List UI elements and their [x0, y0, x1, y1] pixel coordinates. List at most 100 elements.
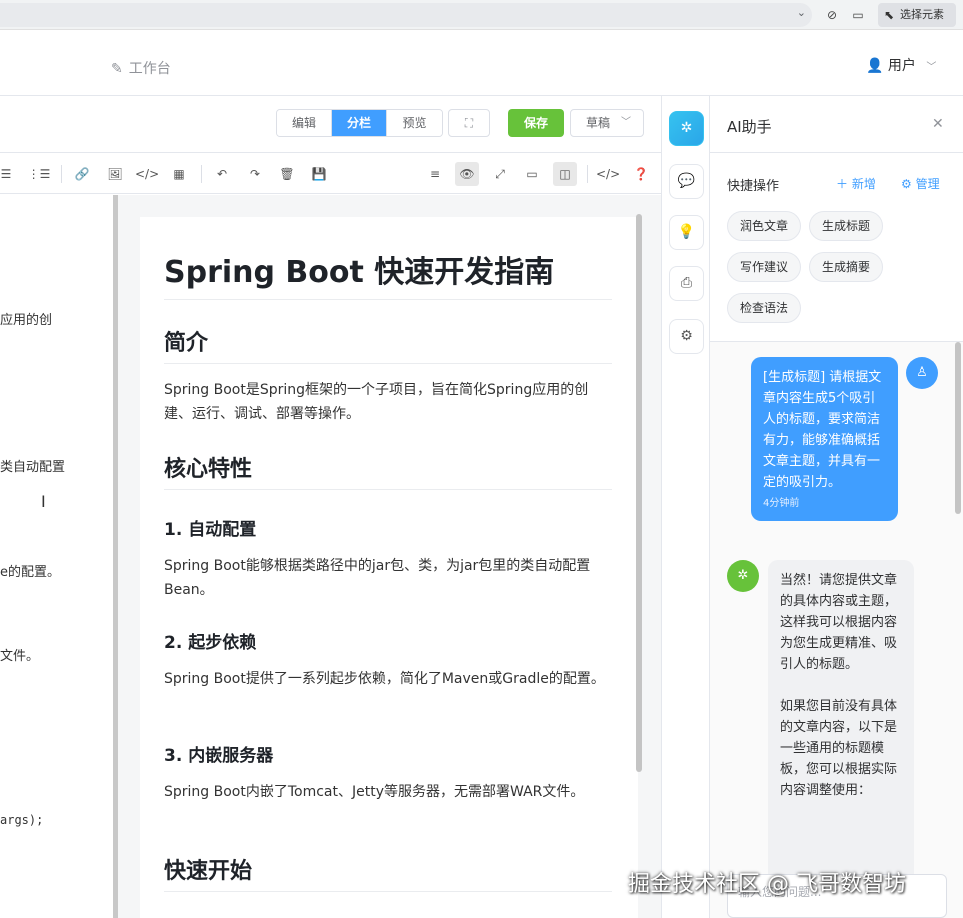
fullscreen-button[interactable]: ⛶ — [448, 109, 490, 137]
preview-toggle-icon[interactable]: 👁 — [455, 162, 479, 186]
source-line: e的配置。 — [0, 565, 60, 580]
paragraph-intro: Spring Boot是Spring框架的一个子项目，旨在简化Spring应用的… — [164, 382, 589, 422]
window-icon[interactable]: ▭ — [520, 162, 544, 186]
manage-label: 管理 — [915, 177, 940, 191]
preview-document: Spring Boot 快速开发指南 简介 Spring Boot是Spring… — [140, 217, 638, 918]
chevron-down-icon: ﹀ — [621, 117, 631, 128]
gear-icon: ⚙ — [680, 328, 693, 344]
fullscreen-icon: ⛶ — [464, 116, 474, 130]
select-element-label: 选择元素 — [900, 8, 944, 21]
source-line: args); — [0, 813, 44, 827]
ai-assistant-panel: AI助手 ✕ 快捷操作 ＋ 新增 ⚙ 管理 润色文章 生成标题 写作建议 生成摘… — [710, 96, 963, 918]
mode-split-button[interactable]: 分栏 — [332, 110, 387, 136]
source-line: 文件。 — [0, 649, 40, 664]
draft-dropdown[interactable]: 草稿 ﹀ — [570, 109, 644, 137]
toolbar-divider — [201, 165, 202, 183]
settings-tab[interactable]: ⚙ — [669, 319, 704, 354]
close-icon[interactable]: ✕ — [932, 116, 944, 132]
save-button[interactable]: 保存 — [508, 109, 564, 137]
user-avatar: ♙ — [906, 357, 938, 389]
chip-writing-advice[interactable]: 写作建议 — [727, 252, 802, 282]
menu-icon[interactable]: ≡ — [423, 162, 447, 186]
gear-icon: ⚙ — [901, 177, 912, 191]
lightbulb-icon: 💡 — [677, 224, 696, 240]
html-code-icon[interactable]: </> — [596, 162, 620, 186]
preview-scrollbar[interactable] — [636, 214, 642, 772]
plus-icon: ＋ — [836, 177, 849, 191]
source-line: 类自动配置 — [0, 460, 66, 475]
chip-grammar-check[interactable]: 检查语法 — [727, 293, 802, 323]
code-icon[interactable]: </> — [135, 162, 159, 186]
ai-message: 当然！请您提供文章的具体内容或主题，这样我可以根据内容为您生成更精准、吸引人的标… — [768, 560, 914, 918]
chip-polish[interactable]: 润色文章 — [727, 211, 802, 241]
image-icon[interactable]: 🖼 — [103, 162, 127, 186]
heading-starters: 2. 起步依赖 — [164, 633, 257, 653]
view-mode-group: 编辑 分栏 预览 — [276, 109, 443, 137]
unordered-list-icon[interactable]: ⋮☰ — [27, 162, 51, 186]
add-label: 新增 — [851, 177, 876, 191]
address-bar[interactable]: ⌄ — [0, 3, 812, 27]
toolbar-divider — [587, 165, 588, 183]
device-icon[interactable]: ▭ — [850, 7, 866, 23]
ai-assistant-tab[interactable]: ✲ — [669, 111, 704, 146]
trash-icon[interactable]: 🗑 — [275, 162, 299, 186]
templates-tab[interactable]: ⎙ — [669, 266, 704, 301]
sparkle-icon: ✲ — [680, 120, 693, 136]
printer-icon: ⎙ — [680, 275, 693, 291]
ai-panel-scrollbar[interactable] — [955, 342, 961, 514]
divider — [710, 152, 963, 153]
doc-title: Spring Boot 快速开发指南 — [164, 247, 612, 300]
link-icon[interactable]: 🔗 — [70, 162, 94, 186]
heading-autoconfig: 1. 自动配置 — [164, 520, 257, 540]
compass-icon[interactable]: ⊘ — [824, 7, 840, 23]
paragraph-starters: Spring Boot提供了一系列起步依赖，简化了Maven或Gradle的配置… — [164, 671, 605, 687]
ai-panel-title: AI助手 — [727, 118, 772, 136]
message-timestamp: 4分钟前 — [763, 498, 800, 509]
markdown-toolbar: ☰ ⋮☰ 🔗 🖼 </> ▦ ↶ ↷ 🗑 💾 ≡ 👁 ⤢ ▭ ◫ </> ❓ — [0, 152, 661, 194]
paragraph-autoconfig: Spring Boot能够根据类路径中的jar包、类，为jar包里的类自动配置B… — [164, 558, 591, 598]
text-cursor-icon: I — [41, 492, 46, 511]
mode-preview-button[interactable]: 预览 — [387, 110, 442, 136]
heading-embedded-server: 3. 内嵌服务器 — [164, 746, 274, 766]
quick-actions-title: 快捷操作 — [727, 179, 780, 194]
heading-quickstart: 快速开始 — [164, 853, 612, 892]
paragraph-embedded-server: Spring Boot内嵌了Tomcat、Jetty等服务器，无需部署WAR文件… — [164, 784, 585, 800]
undo-icon[interactable]: ↶ — [210, 162, 234, 186]
watermark: 掘金技术社区 @ 飞哥数智坊 — [628, 872, 906, 897]
add-quick-action-button[interactable]: ＋ 新增 — [836, 175, 876, 192]
user-message: [生成标题] 请根据文章内容生成5个吸引人的标题，要求简洁有力，能够准确概括文章… — [751, 357, 898, 521]
ordered-list-icon[interactable]: ☰ — [0, 162, 18, 186]
redo-icon[interactable]: ↷ — [243, 162, 267, 186]
user-icon: 👤 — [866, 58, 884, 74]
workspace-label: 工作台 — [128, 61, 171, 77]
preview-pane: Spring Boot 快速开发指南 简介 Spring Boot是Spring… — [118, 195, 661, 918]
ai-side-rail: ✲ 💬 💡 ⎙ ⚙ — [661, 96, 710, 918]
manage-quick-actions-button[interactable]: ⚙ 管理 — [901, 175, 940, 192]
table-icon[interactable]: ▦ — [167, 162, 191, 186]
chip-generate-title[interactable]: 生成标题 — [809, 211, 884, 241]
workspace-link[interactable]: ✎ 工作台 — [111, 58, 171, 78]
heading-features: 核心特性 — [164, 451, 612, 490]
chat-icon: 💬 — [677, 173, 696, 189]
save-icon[interactable]: 💾 — [307, 162, 331, 186]
chip-generate-summary[interactable]: 生成摘要 — [809, 252, 884, 282]
markdown-source-pane[interactable]: 应用的创 类自动配置 e的配置。 文件。 args); — [0, 195, 116, 918]
user-icon: ♙ — [916, 365, 928, 380]
user-menu[interactable]: 👤 用户 ﹀ — [866, 55, 936, 75]
edit-icon: ✎ — [111, 61, 123, 77]
browser-toolbar: ⌄ ⊘ ▭ ⬉ 选择元素 — [0, 0, 963, 30]
mode-edit-button[interactable]: 编辑 — [277, 110, 332, 136]
chat-history[interactable]: [生成标题] 请根据文章内容生成5个吸引人的标题，要求简洁有力，能够准确概括文章… — [710, 342, 963, 918]
chevron-down-icon[interactable]: ⌄ — [797, 6, 806, 19]
user-message-text: [生成标题] 请根据文章内容生成5个吸引人的标题，要求简洁有力，能够准确概括文章… — [763, 370, 882, 490]
app-header: ✎ 工作台 👤 用户 ﹀ — [0, 30, 963, 96]
ideas-tab[interactable]: 💡 — [669, 215, 704, 250]
expand-icon[interactable]: ⤢ — [488, 162, 512, 186]
heading-intro: 简介 — [164, 325, 612, 364]
pointer-icon: ⬉ — [884, 8, 895, 22]
select-element-button[interactable]: ⬉ 选择元素 — [878, 3, 956, 27]
sparkle-icon: ✲ — [737, 568, 749, 583]
split-view-icon[interactable]: ◫ — [553, 162, 577, 186]
chat-tab[interactable]: 💬 — [669, 164, 704, 199]
help-icon[interactable]: ❓ — [629, 162, 653, 186]
